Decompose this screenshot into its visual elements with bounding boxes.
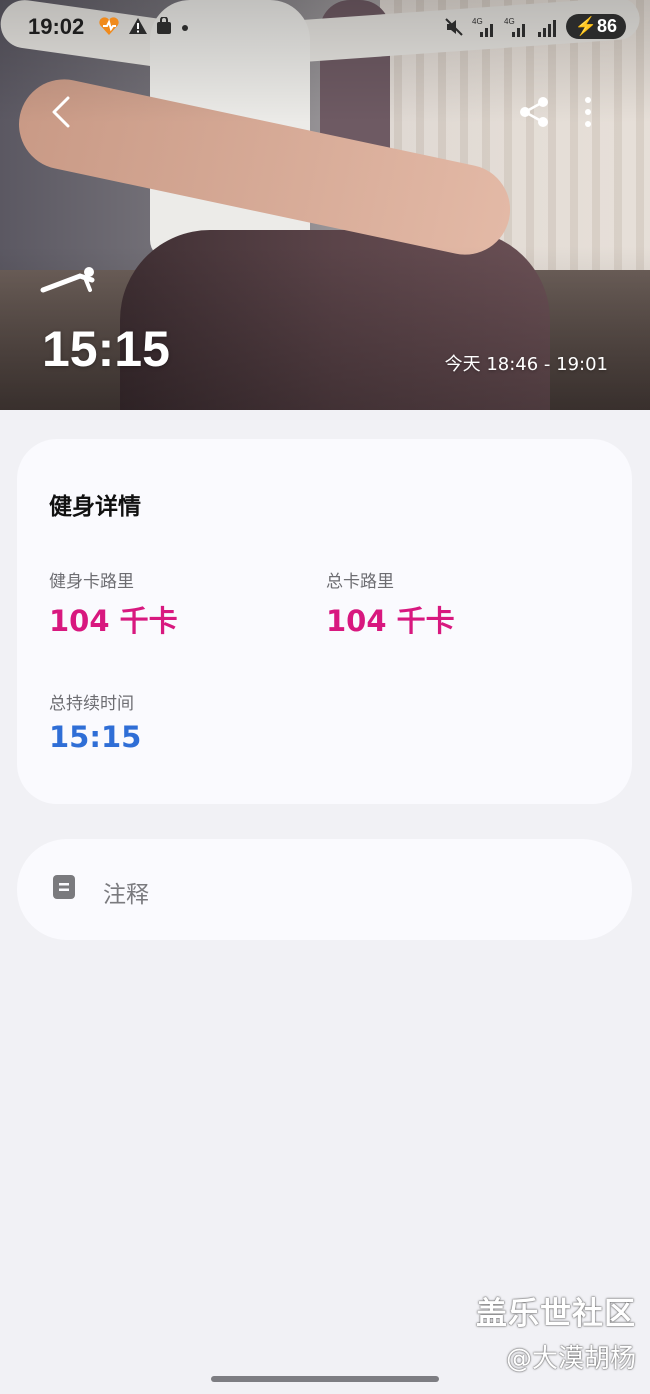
dot-icon (182, 25, 188, 31)
notes-label: 注释 (103, 882, 149, 908)
warning-icon (129, 18, 147, 34)
signal-4g-icon: 4G (504, 17, 525, 37)
workout-details-card: 健身详情 健身卡路里 104 千卡 总卡路里 104 千卡 总持续时间 15:1… (17, 439, 632, 804)
watermark-community: 盖乐世社区 (476, 1296, 636, 1332)
metric-total-calories: 总卡路里 104 千卡 (326, 567, 455, 640)
workout-time-range: 今天 18:46 - 19:01 (444, 354, 608, 375)
more-options-icon[interactable] (575, 94, 601, 130)
metric-value: 15:15 (49, 720, 142, 754)
pushup-workout-icon (40, 267, 95, 293)
share-icon[interactable] (516, 94, 552, 130)
svg-text:4G: 4G (504, 17, 515, 26)
notes-button[interactable]: 注释 (17, 839, 632, 940)
status-time: 19:02 (28, 14, 85, 39)
battery-level: 86 (596, 16, 617, 36)
metric-value: 104 千卡 (326, 604, 455, 638)
card-title: 健身详情 (49, 494, 141, 520)
status-notification-icons (98, 16, 190, 36)
battery-indicator: ⚡86 (565, 14, 626, 39)
metric-label: 总持续时间 (49, 694, 134, 714)
status-system-icons: 4G 4G ⚡86 (444, 14, 626, 39)
note-icon (53, 875, 75, 899)
shopping-bag-icon (157, 17, 171, 34)
signal-bars-icon (537, 19, 556, 37)
health-app-icon (99, 17, 119, 35)
metric-total-duration: 总持续时间 15:15 (49, 689, 141, 754)
metric-workout-calories: 健身卡路里 104 千卡 (49, 567, 178, 640)
back-arrow-icon[interactable] (44, 92, 84, 132)
metric-value: 104 千卡 (49, 604, 178, 638)
mute-icon (444, 17, 463, 36)
home-indicator[interactable] (211, 1376, 439, 1382)
signal-4g-icon: 4G (472, 17, 493, 37)
watermark-author: @大漠胡杨 (505, 1344, 636, 1374)
svg-text:4G: 4G (472, 17, 483, 26)
status-bar: 19:02 4G 4G ⚡86 (0, 0, 650, 58)
metric-label: 总卡路里 (326, 572, 394, 592)
metric-label: 健身卡路里 (49, 572, 134, 592)
workout-duration: 15:15 (42, 321, 170, 377)
battery-charging-icon: ⚡ (574, 16, 597, 36)
